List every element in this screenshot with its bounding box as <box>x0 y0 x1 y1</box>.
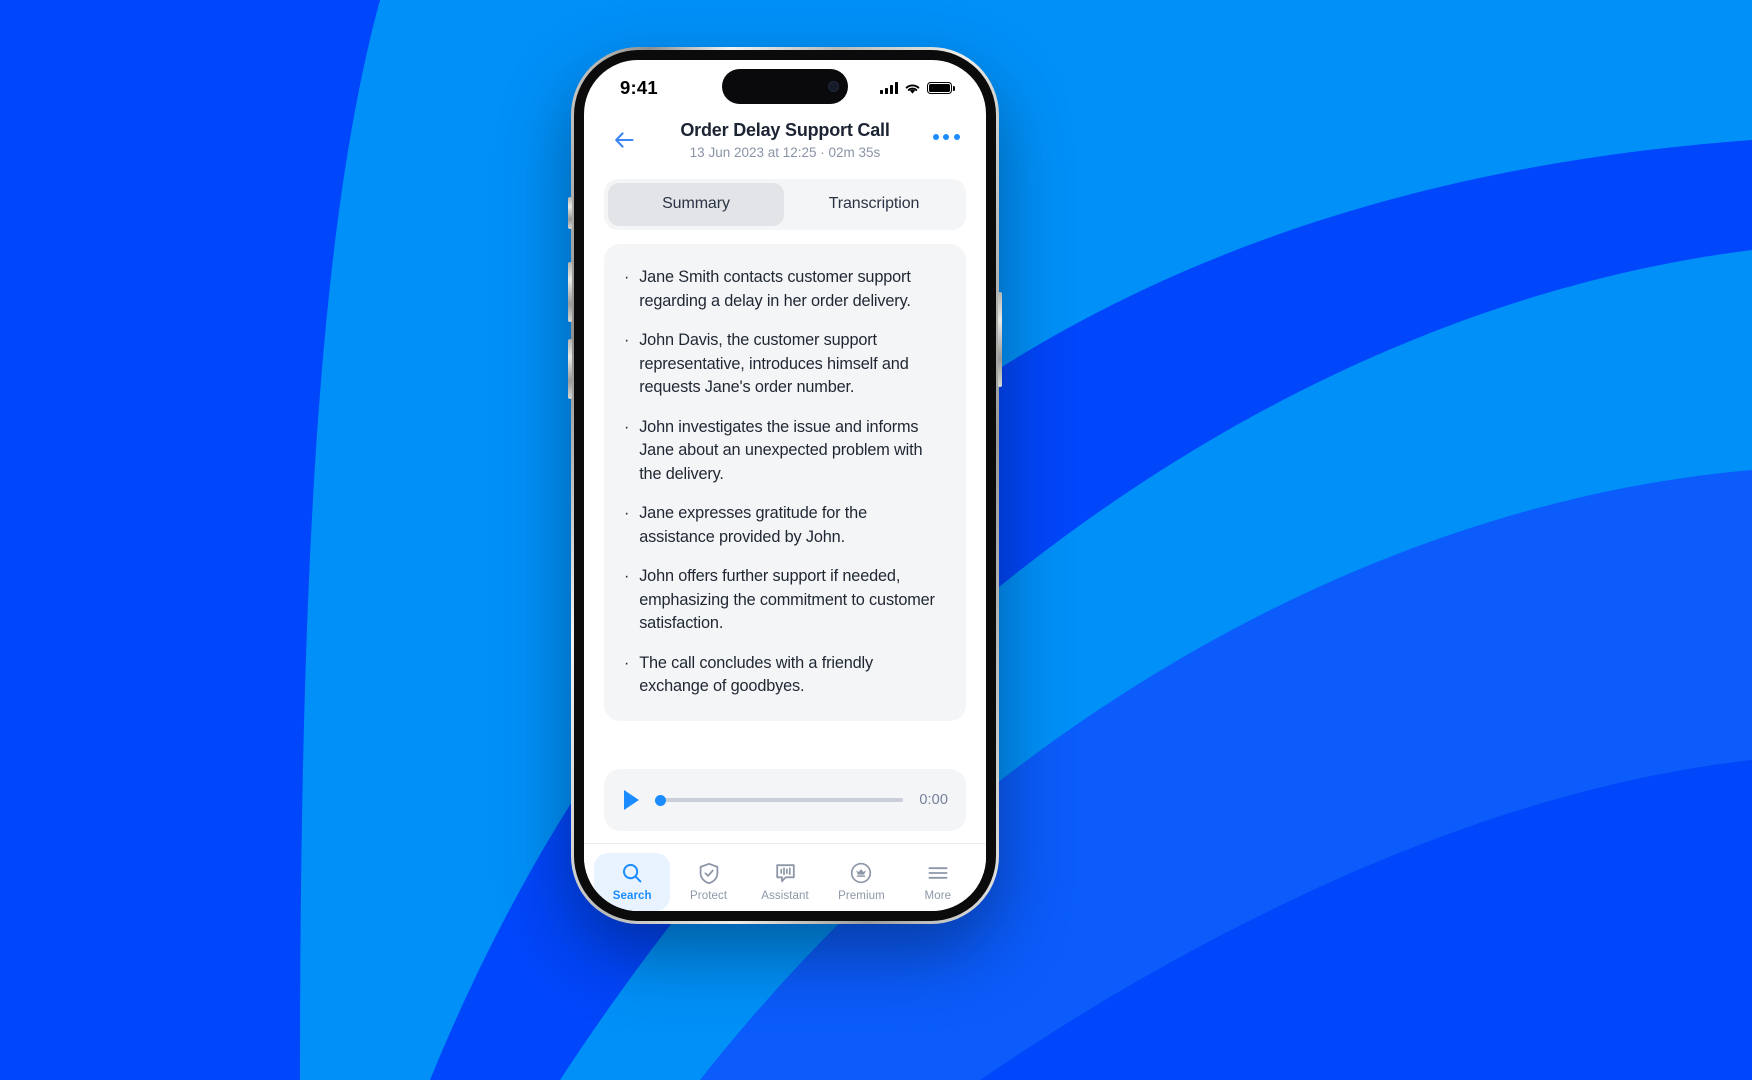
list-item-text: Jane expresses gratitude for the assista… <box>639 504 867 546</box>
dynamic-island <box>722 69 848 104</box>
tab-switcher: Summary Transcription <box>584 177 986 230</box>
more-options-icon <box>932 134 939 140</box>
list-item: · The call concludes with a friendly exc… <box>622 652 944 699</box>
front-camera-icon <box>828 81 839 92</box>
crown-badge-icon <box>850 861 872 885</box>
list-item: · John investigates the issue and inform… <box>622 416 944 487</box>
volume-up-button[interactable] <box>568 262 572 322</box>
tab-summary[interactable]: Summary <box>608 183 784 226</box>
list-item: · Jane Smith contacts customer support r… <box>622 266 944 313</box>
list-item-text: John investigates the issue and informs … <box>639 417 923 483</box>
more-options-icon <box>943 134 949 140</box>
power-button[interactable] <box>998 292 1002 387</box>
status-time: 9:41 <box>620 77 658 98</box>
summary-card: · Jane Smith contacts customer support r… <box>604 244 966 721</box>
bullet-glyph: · <box>624 568 630 585</box>
list-item: · John offers further support if needed,… <box>622 565 944 636</box>
list-item-text: Jane Smith contacts customer support reg… <box>639 268 911 310</box>
page-subtitle: 13 Jun 2023 at 12:25 · 02m 35s <box>689 145 881 160</box>
bullet-glyph: · <box>624 418 630 436</box>
current-time-label: 0:00 <box>919 792 948 808</box>
status-indicators <box>879 81 955 95</box>
tab-item-label: Search <box>612 890 652 902</box>
tab-transcription[interactable]: Transcription <box>786 183 962 226</box>
audio-player-zone: 0:00 <box>584 769 986 843</box>
more-options-button[interactable] <box>928 118 964 140</box>
nav-header: Order Delay Support Call 13 Jun 2023 at … <box>584 116 986 177</box>
volume-down-button[interactable] <box>568 339 572 399</box>
play-button[interactable] <box>624 790 639 810</box>
battery-icon <box>927 81 955 95</box>
bullet-glyph: · <box>624 505 630 522</box>
nav-titles: Order Delay Support Call 13 Jun 2023 at … <box>642 118 928 163</box>
bullet-glyph: · <box>624 332 630 349</box>
summary-content: · Jane Smith contacts customer support r… <box>584 230 986 769</box>
silent-switch[interactable] <box>568 197 572 229</box>
wifi-icon <box>905 83 920 94</box>
list-item-text: John Davis, the customer support represe… <box>639 331 909 396</box>
cellular-signal-icon <box>879 82 898 94</box>
list-item: · John Davis, the customer support repre… <box>622 329 944 400</box>
phone-mockup: 9:41 Order Delay Support Call 13 Jun 202… <box>568 47 1002 924</box>
phone-screen: 9:41 Order Delay Support Call 13 Jun 202… <box>584 60 986 911</box>
progress-knob[interactable] <box>655 794 666 806</box>
list-item: · Jane expresses gratitude for the assis… <box>622 502 944 549</box>
tab-item-label: More <box>924 890 952 902</box>
summary-bullet-list: · Jane Smith contacts customer support r… <box>622 266 944 699</box>
back-button[interactable] <box>606 118 642 150</box>
segmented-control: Summary Transcription <box>604 179 966 230</box>
list-item-text: The call concludes with a friendly excha… <box>639 653 873 696</box>
progress-slider[interactable] <box>655 791 904 809</box>
shield-check-icon <box>698 861 720 885</box>
hamburger-menu-icon <box>927 861 949 885</box>
audio-player: 0:00 <box>604 769 966 831</box>
voice-waveform-icon <box>774 861 797 885</box>
more-options-icon <box>953 134 960 140</box>
bullet-glyph: · <box>624 654 630 672</box>
progress-rail <box>655 798 904 802</box>
list-item-text: John offers further support if needed, e… <box>639 567 935 632</box>
page-title: Order Delay Support Call <box>680 120 890 140</box>
search-icon <box>621 861 643 885</box>
bullet-glyph: · <box>624 269 630 286</box>
back-arrow-icon <box>615 132 634 148</box>
status-bar: 9:41 <box>584 60 986 116</box>
